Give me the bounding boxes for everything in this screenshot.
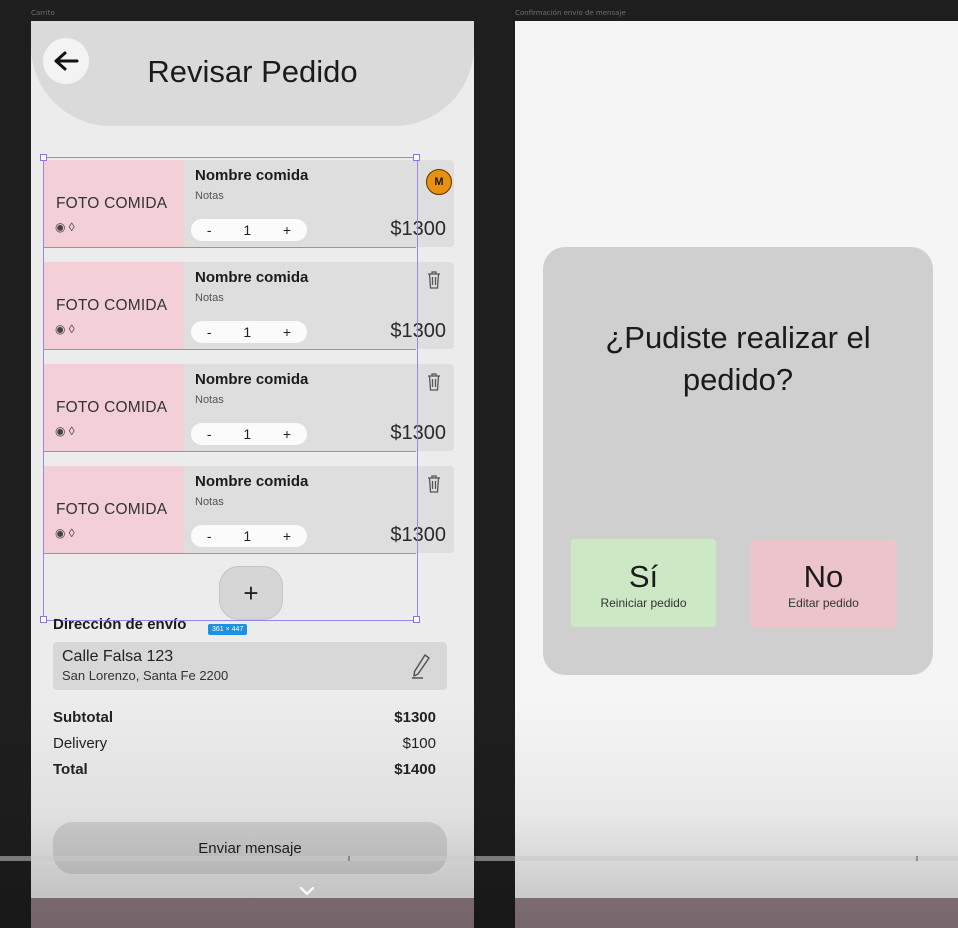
food-photo-placeholder: FOTO COMIDA ◉ ◊ [44,364,184,451]
food-photo-label: FOTO COMIDA [56,399,168,416]
send-message-button[interactable]: Enviar mensaje [53,822,447,874]
confirmation-screen: ¿Pudiste realizar el pedido? Sí Reinicia… [515,21,958,928]
no-button-label: No [803,559,844,594]
resize-handle[interactable] [40,154,47,161]
delivery-row: Delivery $100 [53,735,436,752]
page-title: Revisar Pedido [147,54,358,89]
dialog-question: ¿Pudiste realizar el pedido? [563,317,913,401]
bottom-tab-bar [31,898,474,928]
address-field[interactable]: Calle Falsa 123 San Lorenzo, Santa Fe 22… [53,642,447,690]
selection-divider [43,451,416,452]
increment-button[interactable]: + [283,426,291,442]
increment-button[interactable]: + [283,222,291,238]
quantity-value: 1 [243,528,252,544]
cart-item[interactable]: FOTO COMIDA ◉ ◊ Nombre comida Notas - 1 … [44,160,454,247]
scrubber-marker [474,856,476,861]
selection-divider [43,553,416,554]
address-city: San Lorenzo, Santa Fe 2200 [62,668,229,683]
resize-handle[interactable] [413,154,420,161]
food-photo-placeholder: FOTO COMIDA ◉ ◊ [44,262,184,349]
cart-item[interactable]: FOTO COMIDA ◉ ◊ Nombre comida Notas - 1 … [44,262,454,349]
quantity-stepper: - 1 + [191,321,307,343]
dialog-question-line1: ¿Pudiste realizar el [605,320,871,355]
resize-handle[interactable] [413,616,420,623]
item-name: Nombre comida [195,473,309,490]
item-name: Nombre comida [195,167,309,184]
cart-screen: Revisar Pedido FOTO COMIDA ◉ ◊ Nombre co… [31,21,474,928]
quantity-value: 1 [243,426,252,442]
trash-icon[interactable] [426,270,442,289]
item-price: $1300 [390,218,446,240]
item-notes: Notas [195,190,224,202]
add-item-button[interactable]: + [219,566,283,620]
item-name: Nombre comida [195,371,309,388]
decrement-button[interactable]: - [207,222,212,238]
frame-label-left: Carrito [31,9,55,17]
decrement-button[interactable]: - [207,426,212,442]
yes-button-sublabel: Reiniciar pedido [600,596,687,610]
decrement-button[interactable]: - [207,528,212,544]
photo-component-icons: ◉ ◊ [55,526,75,540]
delivery-value: $100 [402,735,436,752]
item-name: Nombre comida [195,269,309,286]
total-row: Total $1400 [53,761,436,778]
quantity-stepper: - 1 + [191,525,307,547]
bottom-tab-bar [515,898,958,928]
no-button[interactable]: No Editar pedido [750,539,897,627]
selection-divider [43,247,416,248]
increment-button[interactable]: + [283,324,291,340]
total-label: Total [53,761,88,778]
photo-component-icons: ◉ ◊ [55,220,75,234]
scrubber-marker [348,856,350,861]
resize-handle[interactable] [40,616,47,623]
video-scrubber[interactable] [0,856,958,861]
food-photo-placeholder: FOTO COMIDA ◉ ◊ [44,466,184,553]
pencil-icon[interactable] [409,652,433,680]
address-label: Dirección de envío [53,616,187,633]
scrubber-marker [916,856,918,861]
food-photo-label: FOTO COMIDA [56,297,168,314]
total-value: $1400 [394,761,436,778]
subtotal-value: $1300 [394,709,436,726]
item-price: $1300 [390,320,446,342]
user-cursor-badge: M [426,169,452,195]
subtotal-label: Subtotal [53,709,113,726]
food-photo-label: FOTO COMIDA [56,195,168,212]
trash-icon[interactable] [426,372,442,391]
food-photo-placeholder: FOTO COMIDA ◉ ◊ [44,160,184,247]
yes-button-label: Sí [628,559,659,594]
photo-component-icons: ◉ ◊ [55,322,75,336]
dialog-question-line2: pedido? [682,362,794,397]
subtotal-row: Subtotal $1300 [53,709,436,726]
quantity-stepper: - 1 + [191,219,307,241]
frame-label-right: Confirmación envío de mensaje [515,9,626,17]
item-notes: Notas [195,292,224,304]
cart-item[interactable]: FOTO COMIDA ◉ ◊ Nombre comida Notas - 1 … [44,466,454,553]
decrement-button[interactable]: - [207,324,212,340]
cart-item[interactable]: FOTO COMIDA ◉ ◊ Nombre comida Notas - 1 … [44,364,454,451]
food-photo-label: FOTO COMIDA [56,501,168,518]
selection-divider [43,349,416,350]
confirmation-dialog: ¿Pudiste realizar el pedido? Sí Reinicia… [543,247,933,675]
yes-button[interactable]: Sí Reiniciar pedido [571,539,716,627]
trash-icon[interactable] [426,474,442,493]
address-street: Calle Falsa 123 [62,648,174,665]
quantity-value: 1 [243,222,252,238]
delivery-label: Delivery [53,735,108,752]
quantity-stepper: - 1 + [191,423,307,445]
item-notes: Notas [195,394,224,406]
item-price: $1300 [390,422,446,444]
item-price: $1300 [390,524,446,546]
no-button-sublabel: Editar pedido [788,596,859,610]
increment-button[interactable]: + [283,528,291,544]
item-notes: Notas [195,496,224,508]
quantity-value: 1 [243,324,252,340]
dimension-badge: 361 × 447 [208,624,248,635]
photo-component-icons: ◉ ◊ [55,424,75,438]
